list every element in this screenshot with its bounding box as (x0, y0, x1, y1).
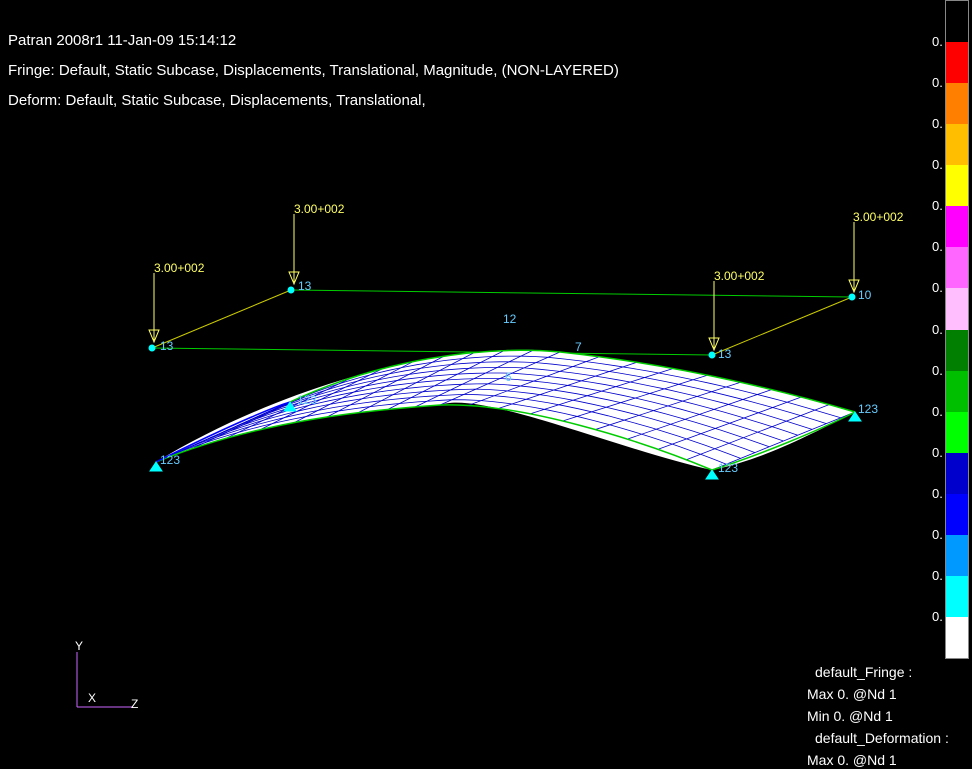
deformed-shell (155, 349, 856, 471)
legend-swatch (946, 616, 968, 658)
legend-swatch (946, 329, 968, 371)
load-label: 3.00+002 (154, 261, 205, 275)
legend-value: 0. (932, 567, 943, 583)
undeformed-edge (290, 289, 853, 298)
legend-swatch (946, 288, 968, 330)
node-label: 123 (858, 402, 878, 416)
fringe-title: default_Fringe : (815, 664, 913, 680)
legend-value: 0. (932, 198, 943, 214)
legend-swatch (946, 83, 968, 125)
undeformed-frame (151, 289, 853, 356)
legend-swatch (946, 165, 968, 207)
legend-swatch (946, 124, 968, 166)
deform-max: Max 0. @Nd 1 (807, 752, 897, 768)
load-label: 3.00+002 (294, 202, 345, 216)
triad-z-label: Z (131, 697, 138, 711)
load-label: 3.00+002 (853, 210, 904, 224)
node-label: 13 (160, 339, 174, 353)
legend-value: 0. (932, 239, 943, 255)
legend-value: 0. (932, 444, 943, 460)
legend-swatch (946, 370, 968, 412)
legend-value: 0. (932, 280, 943, 296)
legend-swatch (946, 534, 968, 576)
node-label: 10 (858, 288, 872, 302)
fringe-max: Max 0. @Nd 1 (807, 686, 897, 702)
legend-swatch (946, 206, 968, 248)
legend-swatch (946, 493, 968, 535)
node-label: 6 (505, 370, 512, 384)
node-marker (708, 351, 716, 359)
legend-value: 0. (932, 34, 943, 50)
node-label: 12 (503, 312, 517, 326)
undeformed-edge (711, 296, 853, 356)
legend-value: 0. (932, 157, 943, 173)
node-label: 123 (718, 461, 738, 475)
fringe-color-legend (945, 0, 969, 659)
legend-value: 0. (932, 608, 943, 624)
legend-swatch (946, 575, 968, 617)
node-marker (848, 293, 856, 301)
node-label: 13 (718, 347, 732, 361)
triad-y-label: Y (75, 639, 83, 653)
legend-swatch (946, 452, 968, 494)
legend-value: 0. (932, 362, 943, 378)
legend-value: 0. (932, 403, 943, 419)
load-label: 3.00+002 (714, 269, 765, 283)
legend-swatch (946, 411, 968, 453)
model-viewport[interactable]: 3.00+002 3.00+002 3.00+002 3.00+002 13 1… (0, 0, 930, 769)
legend-swatch (946, 42, 968, 84)
legend-value: 0. (932, 75, 943, 91)
legend-swatch (946, 247, 968, 289)
deform-title: default_Deformation : (815, 730, 949, 746)
node-label: 123 (160, 453, 180, 467)
legend-value: 0. (932, 485, 943, 501)
support-marker (705, 469, 719, 480)
legend-value: 0. (932, 526, 943, 542)
node-label: 123 (297, 393, 317, 407)
node-label: 7 (575, 340, 582, 354)
legend-swatch (946, 1, 968, 43)
node-marker (287, 286, 295, 294)
triad-x-label: X (88, 691, 96, 705)
undeformed-edge (151, 347, 713, 356)
node-marker (148, 344, 156, 352)
legend-value: 0. (932, 116, 943, 132)
legend-value: 0. (932, 321, 943, 337)
fringe-min: Min 0. @Nd 1 (807, 708, 893, 724)
coordinate-triad: Y X Z (75, 639, 138, 711)
node-label: 13 (298, 279, 312, 293)
